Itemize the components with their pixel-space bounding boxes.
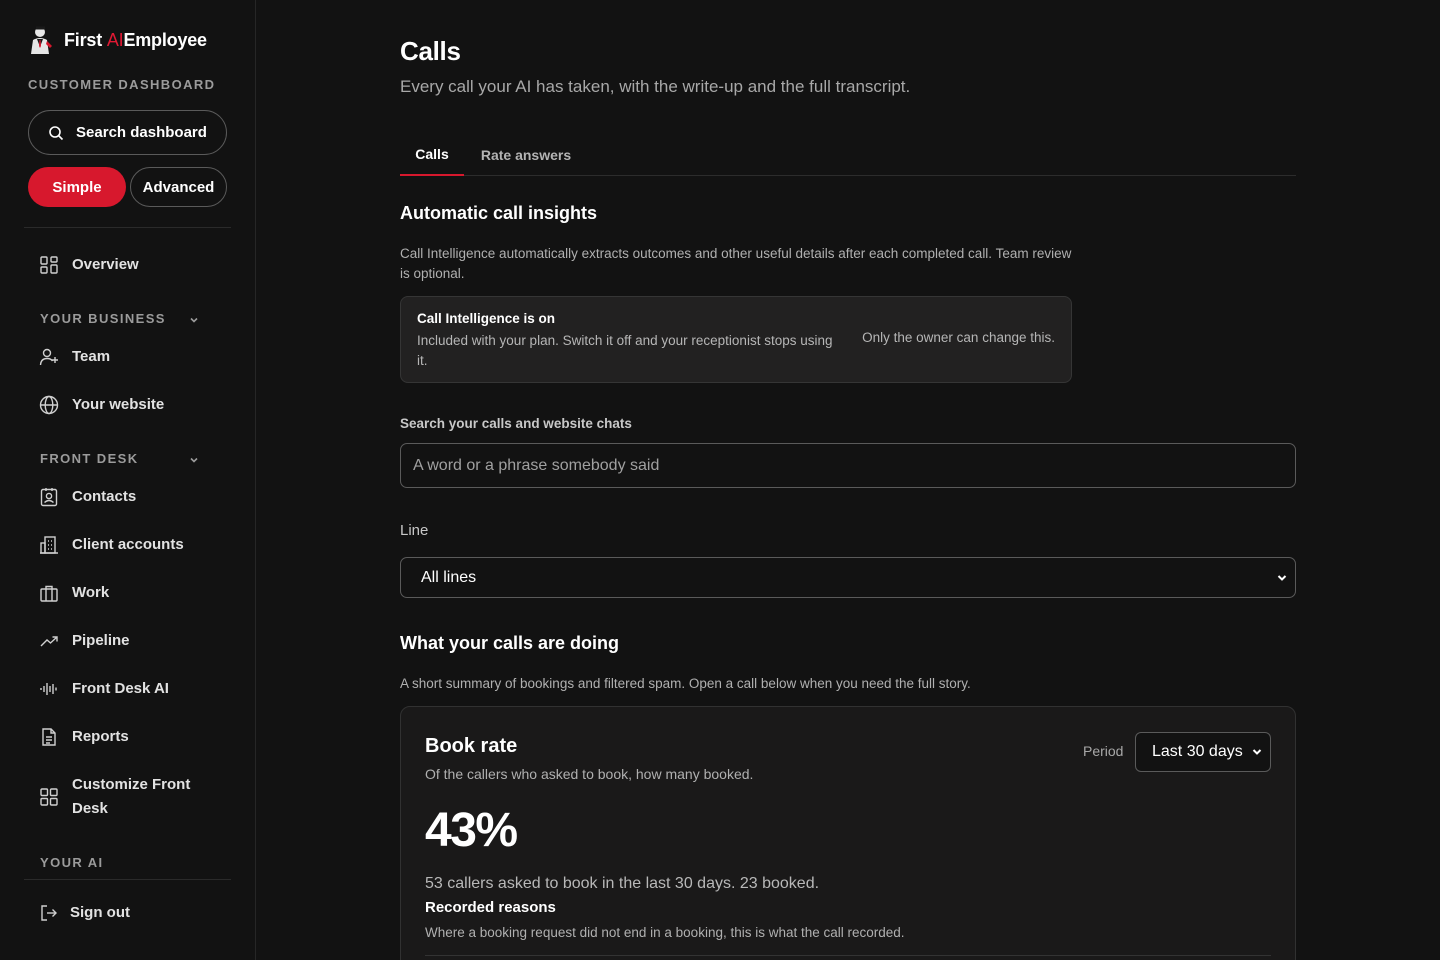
dashboard-label: CUSTOMER DASHBOARD <box>28 77 216 92</box>
line-label: Line <box>400 522 429 539</box>
user-plus-icon <box>38 346 60 368</box>
page-subtitle: Every call your AI has taken, with the w… <box>400 77 911 96</box>
sidebar-item-customize-front-desk[interactable]: Customize Front Desk <box>38 774 212 821</box>
sidebar-divider <box>24 879 231 880</box>
tab-bar: Calls Rate answers <box>400 134 1296 176</box>
search-dashboard-label: Search dashboard <box>76 124 207 141</box>
book-rate-title: Book rate <box>425 735 518 757</box>
search-dashboard-button[interactable]: Search dashboard <box>28 110 227 155</box>
reasons-divider <box>425 955 1271 956</box>
search-calls-label: Search your calls and website chats <box>400 416 632 431</box>
sidebar-divider <box>24 227 231 228</box>
chevron-down-icon[interactable] <box>188 453 200 465</box>
line-select-value: All lines <box>421 568 477 586</box>
briefcase-icon <box>38 582 60 604</box>
book-rate-value: 43% <box>425 804 518 857</box>
brand-logo-icon <box>28 25 54 55</box>
waveform-icon <box>38 678 60 700</box>
sidebar-item-label: Team <box>72 348 111 365</box>
recorded-reasons-heading: Recorded reasons <box>425 899 556 916</box>
sidebar-item-label: Contacts <box>72 488 137 505</box>
section-your-ai[interactable]: YOUR AI <box>40 855 104 870</box>
sidebar-item-work[interactable]: Work <box>38 582 212 604</box>
owner-only-note: Only the owner can change this. <box>862 330 1055 345</box>
sign-out-button[interactable]: Sign out <box>38 902 210 924</box>
call-intelligence-title: Call Intelligence is on <box>417 311 556 326</box>
tab-calls[interactable]: Calls <box>400 134 464 176</box>
section-label: YOUR BUSINESS <box>40 311 166 326</box>
chevron-down-icon[interactable] <box>188 313 200 325</box>
building-icon <box>38 534 60 556</box>
document-icon <box>38 726 60 748</box>
mode-advanced-button[interactable]: Advanced <box>130 167 227 207</box>
book-rate-card: Book rate Of the callers who asked to bo… <box>400 706 1296 960</box>
sign-out-label: Sign out <box>70 904 130 921</box>
sidebar-item-website[interactable]: Your website <box>38 394 212 416</box>
sidebar-item-label: Reports <box>72 728 129 745</box>
sidebar-item-client-accounts[interactable]: Client accounts <box>38 534 212 556</box>
period-label: Period <box>1083 743 1124 759</box>
trending-up-icon <box>38 630 60 652</box>
section-label: YOUR AI <box>40 855 104 870</box>
recorded-reasons-description: Where a booking request did not end in a… <box>425 925 905 940</box>
insights-heading: Automatic call insights <box>400 203 598 223</box>
line-select[interactable]: All lines <box>400 557 1296 598</box>
book-rate-subtitle: Of the callers who asked to book, how ma… <box>425 766 754 782</box>
grid-icon <box>38 254 60 276</box>
search-icon <box>49 125 64 140</box>
sidebar-item-label: Work <box>72 584 110 601</box>
grid-icon <box>38 786 60 808</box>
book-rate-stats: 53 callers asked to book in the last 30 … <box>425 875 820 892</box>
app-root: First AIEmployee CUSTOMER DASHBOARD Sear… <box>0 0 1440 960</box>
call-intelligence-description: Included with your plan. Switch it off a… <box>417 333 833 368</box>
sidebar-item-reports[interactable]: Reports <box>38 726 212 748</box>
call-intelligence-card: Call Intelligence is on Included with yo… <box>400 296 1072 383</box>
mode-simple-button[interactable]: Simple <box>28 167 126 207</box>
calls-doing-description: A short summary of bookings and filtered… <box>400 676 971 691</box>
sidebar-item-contacts[interactable]: Contacts <box>38 486 212 508</box>
tab-rate-answers[interactable]: Rate answers <box>478 134 574 176</box>
sidebar-item-label: Customize Front Desk <box>72 776 191 817</box>
brand[interactable]: First AIEmployee <box>28 24 207 56</box>
chevron-down-icon <box>1275 571 1289 585</box>
brand-name: First AIEmployee <box>64 29 207 50</box>
sidebar-item-label: Front Desk AI <box>72 680 169 697</box>
sidebar-item-label: Client accounts <box>72 536 184 553</box>
sidebar-item-label: Pipeline <box>72 632 130 649</box>
sidebar-item-front-desk-ai[interactable]: Front Desk AI <box>38 678 212 700</box>
sidebar-item-overview[interactable]: Overview <box>38 254 212 276</box>
insights-description: Call Intelligence automatically extracts… <box>400 246 1072 281</box>
section-front-desk[interactable]: FRONT DESK <box>40 451 139 466</box>
period-select-value: Last 30 days <box>1152 743 1243 760</box>
section-label: FRONT DESK <box>40 451 139 466</box>
sidebar-item-label: Your website <box>72 396 165 413</box>
contact-card-icon <box>38 486 60 508</box>
sign-out-icon <box>38 902 60 924</box>
period-select[interactable]: Last 30 days <box>1135 732 1271 772</box>
calls-doing-heading: What your calls are doing <box>400 633 620 653</box>
sidebar: First AIEmployee CUSTOMER DASHBOARD Sear… <box>0 0 256 960</box>
sidebar-item-label: Overview <box>72 256 139 273</box>
search-calls-input[interactable] <box>400 443 1296 488</box>
page-title: Calls <box>400 36 461 66</box>
chevron-down-icon <box>1250 745 1264 759</box>
sidebar-item-team[interactable]: Team <box>38 346 212 368</box>
globe-icon <box>38 394 60 416</box>
section-your-business[interactable]: YOUR BUSINESS <box>40 311 166 326</box>
sidebar-item-pipeline[interactable]: Pipeline <box>38 630 212 652</box>
